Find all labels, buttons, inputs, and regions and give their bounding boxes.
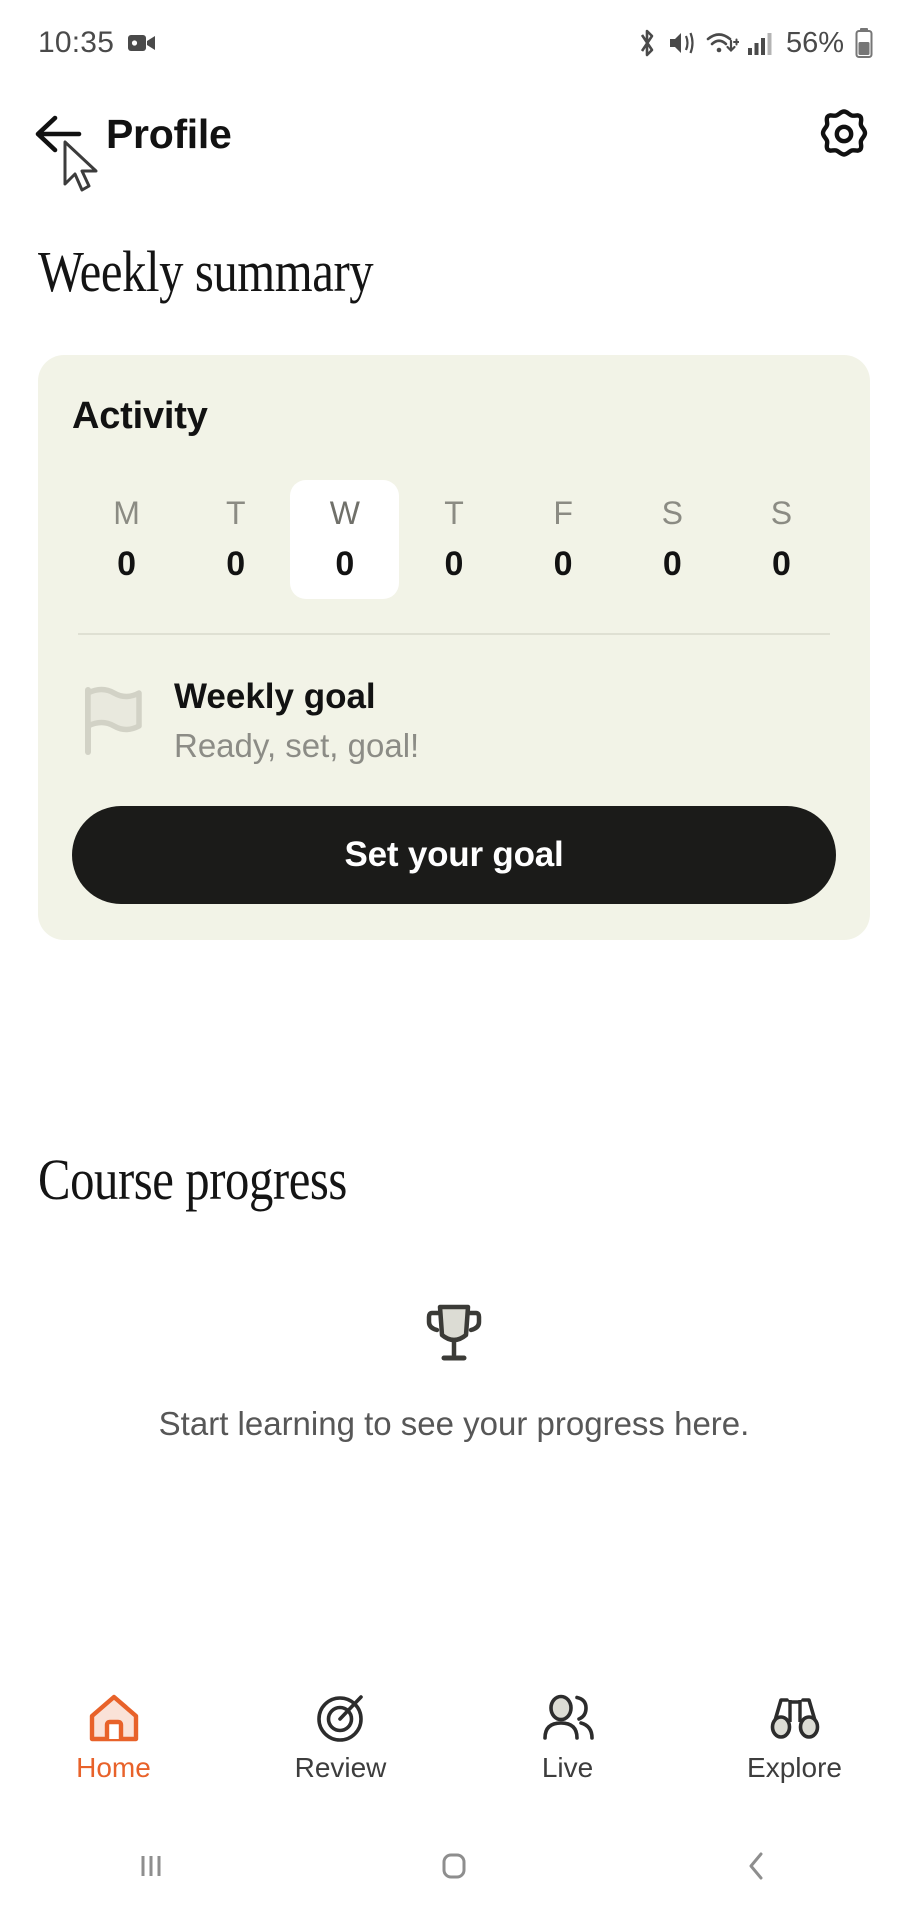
target-icon xyxy=(314,1692,368,1744)
day-cell-sunday[interactable]: S 0 xyxy=(727,480,836,599)
activity-divider xyxy=(78,633,830,636)
course-progress-empty-state: Start learning to see your progress here… xyxy=(38,1295,870,1443)
activity-days-row: M 0 T 0 W 0 T 0 F 0 S 0 S 0 xyxy=(72,480,836,600)
gear-icon xyxy=(817,107,871,161)
weekly-summary-heading: Weekly summary xyxy=(38,239,374,304)
day-cell-tuesday[interactable]: T 0 xyxy=(181,480,290,599)
day-cell-monday[interactable]: M 0 xyxy=(72,480,181,599)
day-letter: S xyxy=(770,495,793,531)
battery-percent-label: 56% xyxy=(785,26,844,59)
day-letter: M xyxy=(113,495,140,531)
bottom-navigation: Home Review Live Explore xyxy=(0,1676,908,1812)
day-letter: W xyxy=(329,495,360,531)
recents-icon xyxy=(129,1844,173,1888)
settings-button[interactable] xyxy=(814,104,874,164)
day-value: 0 xyxy=(771,545,791,584)
day-cell-wednesday[interactable]: W 0 xyxy=(290,480,400,600)
day-cell-saturday[interactable]: S 0 xyxy=(618,480,727,599)
trophy-icon xyxy=(417,1295,491,1369)
scroll-content: Weekly summary Activity M 0 T 0 W 0 T 0 … xyxy=(0,182,908,1676)
nav-item-home[interactable]: Home xyxy=(0,1692,227,1784)
home-button[interactable] xyxy=(303,1844,606,1888)
status-bar: 10:35 56% xyxy=(0,0,908,86)
nav-item-explore[interactable]: Explore xyxy=(681,1692,908,1784)
nav-item-live[interactable]: Live xyxy=(454,1692,681,1784)
vibrate-icon xyxy=(667,28,697,58)
activity-card: Activity M 0 T 0 W 0 T 0 F 0 S 0 S 0 Wee… xyxy=(38,355,870,941)
system-navigation-bar xyxy=(0,1812,908,1920)
day-letter: S xyxy=(661,495,683,531)
weekly-goal-text: Weekly goal Ready, set, goal! xyxy=(174,675,419,766)
system-back-button[interactable] xyxy=(605,1844,908,1888)
set-your-goal-button[interactable]: Set your goal xyxy=(72,806,836,905)
day-value: 0 xyxy=(553,545,573,584)
status-bar-right: 56% xyxy=(635,27,874,60)
nav-item-review[interactable]: Review xyxy=(227,1692,454,1784)
weekly-goal-row: Weekly goal Ready, set, goal! xyxy=(72,675,836,766)
day-value: 0 xyxy=(226,545,246,584)
recents-button[interactable] xyxy=(0,1844,303,1888)
day-cell-thursday[interactable]: T 0 xyxy=(399,480,508,599)
day-value: 0 xyxy=(117,545,137,584)
bluetooth-icon xyxy=(635,28,659,58)
people-icon xyxy=(539,1692,597,1744)
home-square-icon xyxy=(432,1844,476,1888)
binoculars-icon xyxy=(766,1692,824,1744)
day-value: 0 xyxy=(662,545,682,584)
status-bar-left: 10:35 xyxy=(38,26,156,60)
wifi-icon xyxy=(705,28,739,58)
day-value: 0 xyxy=(335,545,355,584)
activity-heading: Activity xyxy=(72,395,208,437)
course-progress-empty-text: Start learning to see your progress here… xyxy=(158,1405,750,1443)
flag-icon xyxy=(80,684,154,758)
cellular-signal-icon xyxy=(747,30,773,56)
page-title: Profile xyxy=(106,110,232,157)
day-letter: T xyxy=(225,495,246,531)
course-progress-heading: Course progress xyxy=(38,1147,347,1213)
day-letter: T xyxy=(444,495,464,531)
weekly-goal-subtitle: Ready, set, goal! xyxy=(174,726,420,764)
nav-label: Live xyxy=(541,1752,594,1783)
nav-label: Home xyxy=(76,1752,151,1783)
day-cell-friday[interactable]: F 0 xyxy=(509,480,618,599)
home-icon xyxy=(87,1692,141,1744)
app-bar: Profile xyxy=(0,86,908,182)
back-chevron-icon xyxy=(735,1844,779,1888)
phone-screen: 10:35 56% Profile Weekly summary Activit… xyxy=(0,0,908,1920)
video-camera-icon xyxy=(128,32,156,54)
back-button[interactable] xyxy=(28,103,90,165)
arrow-left-icon xyxy=(33,112,85,156)
battery-icon xyxy=(854,27,874,59)
nav-label: Review xyxy=(294,1752,387,1783)
day-value: 0 xyxy=(444,545,464,584)
weekly-goal-title: Weekly goal xyxy=(174,677,376,717)
day-letter: F xyxy=(553,495,573,531)
status-bar-clock: 10:35 xyxy=(38,26,115,59)
nav-label: Explore xyxy=(747,1752,842,1783)
